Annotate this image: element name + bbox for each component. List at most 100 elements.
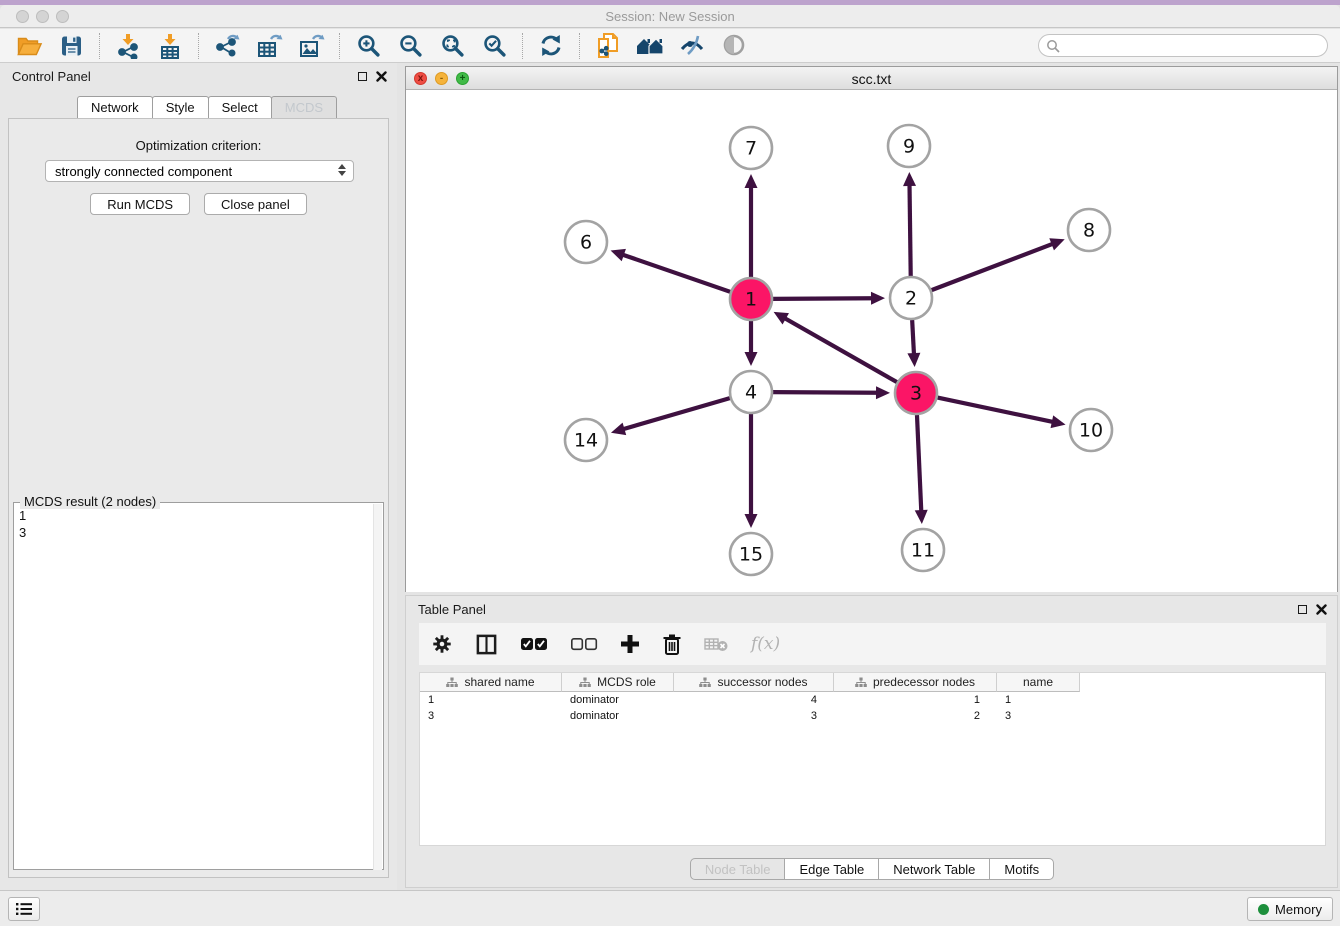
cell-successor_nodes[interactable]: 4 [674,692,834,708]
refresh-layout-icon[interactable] [536,32,566,60]
tree-structure-icon [446,677,458,688]
graph-edge-1-6[interactable] [621,254,730,292]
graph-edge-1-2[interactable] [773,298,874,299]
tab-node-table[interactable]: Node Table [690,858,786,880]
open-session-icon[interactable] [14,32,44,60]
run-mcds-button[interactable]: Run MCDS [90,193,190,215]
toolbar-separator [522,33,523,59]
toolbar-separator [198,33,199,59]
column-header-label: predecessor nodes [873,675,975,689]
cell-mcds_role[interactable]: dominator [562,708,674,724]
cell-shared_name[interactable]: 1 [420,692,562,708]
column-header-mcds_role[interactable]: MCDS role [562,673,674,692]
function-builder-icon[interactable]: f(x) [751,634,780,654]
save-session-icon[interactable] [56,32,86,60]
zoom-selected-icon[interactable] [479,32,509,60]
memory-status-icon [1258,904,1269,915]
graph-node-label-8: 8 [1083,220,1095,242]
table-tabs: Node TableEdge TableNetwork TableMotifs [406,858,1337,880]
network-canvas[interactable]: 1234678910111415 [406,91,1337,592]
select-all-columns-icon[interactable] [520,637,548,651]
float-panel-icon[interactable] [358,72,367,81]
memory-button[interactable]: Memory [1247,897,1333,921]
search-input[interactable] [1060,36,1327,55]
graph-node-label-7: 7 [745,138,757,160]
graph-edge-3-11[interactable] [917,415,921,513]
graph-edge-2-9[interactable] [909,183,910,276]
cell-shared_name[interactable]: 3 [420,708,562,724]
table-panel-title: Table Panel [418,602,486,617]
float-panel-icon[interactable] [1298,605,1307,614]
graph-edge-2-3[interactable] [912,320,914,356]
table-options-icon[interactable] [431,633,453,655]
graph-edge-2-8[interactable] [932,243,1055,290]
close-panel-icon[interactable] [1316,604,1327,615]
cell-mcds_role[interactable]: dominator [562,692,674,708]
unselect-all-columns-icon[interactable] [570,637,598,651]
control-panel-tabs: NetworkStyleSelectMCDS [77,96,336,119]
zoom-fit-icon[interactable] [437,32,467,60]
tree-structure-icon [855,677,867,688]
tab-mcds[interactable]: MCDS [271,96,337,119]
export-image-icon[interactable] [296,32,326,60]
show-graphics-details-icon[interactable] [677,32,707,60]
export-table-icon[interactable] [254,32,284,60]
zoom-in-icon[interactable] [353,32,383,60]
tab-network[interactable]: Network [77,96,153,119]
table-row[interactable]: 3dominator323 [420,708,1325,724]
hide-graphics-details-icon[interactable] [719,32,749,60]
cell-predecessor_nodes[interactable]: 1 [834,692,997,708]
graph-node-label-1: 1 [745,289,757,311]
import-table-icon[interactable] [155,32,185,60]
column-header-label: shared name [464,675,534,689]
search-icon [1046,39,1060,53]
column-header-successor_nodes[interactable]: successor nodes [674,673,834,692]
cell-name[interactable]: 3 [997,708,1080,724]
mcds-result-text: 1 3 [19,507,26,541]
column-header-label: successor nodes [717,675,807,689]
delete-columns-icon[interactable] [662,633,682,656]
column-header-predecessor_nodes[interactable]: predecessor nodes [834,673,997,692]
search-field[interactable] [1038,34,1328,57]
create-column-icon[interactable] [620,634,640,654]
cell-name[interactable]: 1 [997,692,1080,708]
graph-node-label-6: 6 [580,232,592,254]
graph-node-label-14: 14 [574,430,598,452]
tab-motifs[interactable]: Motifs [989,858,1054,880]
delete-table-icon[interactable] [704,636,729,653]
graph-edge-arrow [1051,415,1066,428]
table-header-row: shared name MCDS role successor nodes prede… [420,673,1325,692]
close-panel-button[interactable]: Close panel [204,193,307,215]
graph-edge-4-3[interactable] [773,392,879,393]
export-network-icon[interactable] [212,32,242,60]
toolbar-separator [99,33,100,59]
tab-select[interactable]: Select [208,96,272,119]
cell-successor_nodes[interactable]: 3 [674,708,834,724]
graph-edge-arrow [745,174,758,188]
tab-edge-table[interactable]: Edge Table [784,858,879,880]
table-row[interactable]: 1dominator411 [420,692,1325,708]
graph-edge-4-14[interactable] [622,398,730,430]
tab-style[interactable]: Style [152,96,209,119]
criterion-dropdown-value: strongly connected component [55,164,232,179]
result-scrollbar[interactable] [373,504,382,870]
close-panel-icon[interactable] [376,71,387,82]
column-panel-icon[interactable] [475,633,498,656]
column-header-name[interactable]: name [997,673,1080,692]
column-header-shared_name[interactable]: shared name [420,673,562,692]
duplicate-network-icon[interactable] [593,32,623,60]
zoom-out-icon[interactable] [395,32,425,60]
main-toolbar [0,29,1340,63]
graph-edge-3-1[interactable] [783,317,897,382]
graph-edge-arrow [745,514,758,528]
network-window-titlebar[interactable]: x - + scc.txt [406,67,1337,90]
table-panel: Table Panel [405,595,1338,888]
app-titlebar: Session: New Session [0,5,1340,28]
tab-network-table[interactable]: Network Table [878,858,990,880]
criterion-dropdown[interactable]: strongly connected component [45,160,354,182]
cell-predecessor_nodes[interactable]: 2 [834,708,997,724]
import-network-icon[interactable] [113,32,143,60]
home-layout-icon[interactable] [635,32,665,60]
task-history-button[interactable] [8,897,40,921]
graph-edge-3-10[interactable] [938,398,1055,423]
